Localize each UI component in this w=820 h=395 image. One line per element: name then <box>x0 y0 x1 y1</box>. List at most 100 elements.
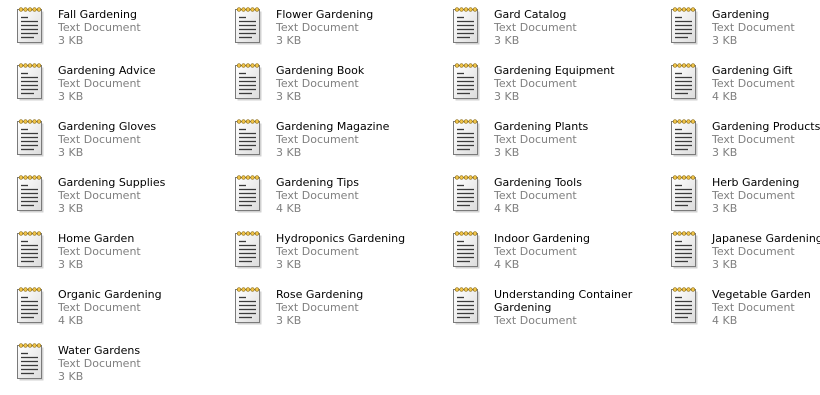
file-name: Fall Gardening <box>58 8 137 21</box>
file-item[interactable]: Gardening Advice Text Document 3 KB <box>0 56 212 108</box>
file-item[interactable]: Gardening Supplies Text Document 3 KB <box>0 168 212 220</box>
file-text: Indoor Gardening Text Document 4 KB <box>494 232 646 271</box>
file-text: Organic Gardening Text Document 4 KB <box>58 288 210 327</box>
file-name: Organic Gardening <box>58 288 162 301</box>
text-document-icon <box>453 63 480 101</box>
file-item[interactable]: Gardening Tips Text Document 4 KB <box>218 168 430 220</box>
text-document-icon <box>17 63 44 101</box>
file-size: 4 KB <box>58 314 84 327</box>
text-document-icon <box>235 287 262 325</box>
file-item[interactable]: Organic Gardening Text Document 4 KB <box>0 280 212 332</box>
file-item[interactable]: Gard Catalog Text Document 3 KB <box>436 0 648 52</box>
file-name: Indoor Gardening <box>494 232 591 245</box>
file-name: Gardening Products <box>712 120 820 133</box>
file-item[interactable]: Gardening Magazine Text Document 3 KB <box>218 112 430 164</box>
file-type: Text Document <box>712 301 795 314</box>
text-document-icon <box>17 343 44 381</box>
file-item[interactable]: Gardening Text Document 3 KB <box>654 0 820 52</box>
file-type: Text Document <box>712 133 795 146</box>
text-document-icon <box>235 7 262 45</box>
file-name: Gardening Gift <box>712 64 793 77</box>
file-name: Gardening Supplies <box>58 176 166 189</box>
file-text: Gard Catalog Text Document 3 KB <box>494 8 646 47</box>
file-item[interactable]: Gardening Tools Text Document 4 KB <box>436 168 648 220</box>
text-document-icon <box>671 175 698 213</box>
file-item[interactable]: Vegetable Garden Text Document 4 KB <box>654 280 820 332</box>
file-item[interactable]: Gardening Plants Text Document 3 KB <box>436 112 648 164</box>
file-name: Vegetable Garden <box>712 288 811 301</box>
file-size: 3 KB <box>58 34 84 47</box>
file-item[interactable]: Understanding Container Gardening Text D… <box>436 280 648 332</box>
file-type: Text Document <box>712 77 795 90</box>
file-item[interactable]: Water Gardens Text Document 3 KB <box>0 336 212 388</box>
text-document-icon <box>453 287 480 325</box>
file-item[interactable]: Indoor Gardening Text Document 4 KB <box>436 224 648 276</box>
text-document-icon <box>17 175 44 213</box>
file-name: Gardening Plants <box>494 120 589 133</box>
file-type: Text Document <box>494 21 577 34</box>
file-item[interactable]: Fall Gardening Text Document 3 KB <box>0 0 212 52</box>
file-size: 3 KB <box>712 202 738 215</box>
file-size: 3 KB <box>276 314 302 327</box>
file-type: Text Document <box>494 314 577 327</box>
file-type: Text Document <box>276 245 359 258</box>
file-text: Gardening Advice Text Document 3 KB <box>58 64 210 103</box>
file-text: Understanding Container Gardening Text D… <box>494 288 646 327</box>
file-item[interactable]: Gardening Products Text Document 3 KB <box>654 112 820 164</box>
file-text: Gardening Equipment Text Document 3 KB <box>494 64 646 103</box>
file-type: Text Document <box>494 245 577 258</box>
file-size: 3 KB <box>58 146 84 159</box>
file-text: Hydroponics Gardening Text Document 3 KB <box>276 232 428 271</box>
file-text: Gardening Text Document 3 KB <box>712 8 820 47</box>
file-text: Gardening Products Text Document 3 KB <box>712 120 820 159</box>
file-type: Text Document <box>712 189 795 202</box>
file-size: 3 KB <box>58 258 84 271</box>
text-document-icon <box>17 119 44 157</box>
file-item[interactable]: Hydroponics Gardening Text Document 3 KB <box>218 224 430 276</box>
file-type: Text Document <box>276 21 359 34</box>
text-document-icon <box>671 7 698 45</box>
file-item[interactable]: Gardening Gloves Text Document 3 KB <box>0 112 212 164</box>
file-item[interactable]: Flower Gardening Text Document 3 KB <box>218 0 430 52</box>
file-item[interactable]: Gardening Book Text Document 3 KB <box>218 56 430 108</box>
file-item[interactable]: Japanese Gardening Text Document 3 KB <box>654 224 820 276</box>
file-name: Understanding Container Gardening <box>494 288 633 314</box>
text-document-icon <box>17 287 44 325</box>
file-text: Home Garden Text Document 3 KB <box>58 232 210 271</box>
file-grid: Fall Gardening Text Document 3 KB Flower… <box>0 0 820 395</box>
file-type: Text Document <box>494 133 577 146</box>
file-name: Gardening Gloves <box>58 120 157 133</box>
file-item[interactable]: Home Garden Text Document 3 KB <box>0 224 212 276</box>
file-type: Text Document <box>276 77 359 90</box>
file-type: Text Document <box>58 301 141 314</box>
text-document-icon <box>235 231 262 269</box>
file-name: Hydroponics Gardening <box>276 232 406 245</box>
file-size: 3 KB <box>712 146 738 159</box>
file-name: Rose Gardening <box>276 288 364 301</box>
file-text: Rose Gardening Text Document 3 KB <box>276 288 428 327</box>
text-document-icon <box>235 63 262 101</box>
text-document-icon <box>453 7 480 45</box>
file-item[interactable]: Gardening Gift Text Document 4 KB <box>654 56 820 108</box>
file-text: Herb Gardening Text Document 3 KB <box>712 176 820 215</box>
file-name: Gardening Tips <box>276 176 359 189</box>
file-name: Gard Catalog <box>494 8 567 21</box>
text-document-icon <box>17 7 44 45</box>
file-text: Fall Gardening Text Document 3 KB <box>58 8 210 47</box>
file-type: Text Document <box>58 21 141 34</box>
file-type: Text Document <box>712 21 795 34</box>
file-item[interactable]: Gardening Equipment Text Document 3 KB <box>436 56 648 108</box>
file-type: Text Document <box>58 245 141 258</box>
file-item[interactable]: Rose Gardening Text Document 3 KB <box>218 280 430 332</box>
file-name: Japanese Gardening <box>712 232 820 245</box>
file-size: 3 KB <box>58 90 84 103</box>
text-document-icon <box>235 119 262 157</box>
file-type: Text Document <box>58 133 141 146</box>
text-document-icon <box>453 231 480 269</box>
file-size: 3 KB <box>58 202 84 215</box>
file-name: Gardening Tools <box>494 176 582 189</box>
file-name: Gardening <box>712 8 770 21</box>
file-type: Text Document <box>276 301 359 314</box>
file-item[interactable]: Herb Gardening Text Document 3 KB <box>654 168 820 220</box>
file-text: Vegetable Garden Text Document 4 KB <box>712 288 820 327</box>
